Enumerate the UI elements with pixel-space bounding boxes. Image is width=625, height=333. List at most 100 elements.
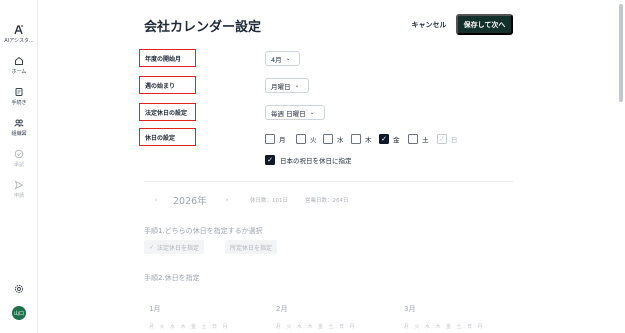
national-holiday-option[interactable]: ✓ 日本の祝日を休日に指定 [265,155,352,165]
fiscal-start-select[interactable]: 4月 ⌄ [265,51,300,66]
dow-label: 金 [191,324,197,330]
step1-heading: 手順1.どちらの休日を指定するか選択 [144,227,263,235]
legal-holiday-value: 毎週 日曜日 [271,109,306,118]
step2-heading: 手順2.休日を指定 [144,274,200,282]
dow-label: 木 [307,324,313,330]
approval-icon [14,148,25,159]
week-start-value: 月曜日 [271,82,291,91]
sidebar-item-approval[interactable]: 承認 [0,148,38,168]
chevron-left-icon[interactable]: ‹ [150,194,162,206]
sidebar-item-label: 承認 [13,162,24,168]
month-title: 2月 [276,305,288,313]
weekday-checkbox-fri[interactable]: ✓ 金 [379,134,400,144]
legal-holiday-label: 法定休日の設定 [139,103,196,121]
check-icon: ✓ [149,243,155,251]
weekday-label: 火 [310,136,317,144]
avatar[interactable]: 山口 [12,306,26,320]
national-holiday-label: 日本の祝日を休日に指定 [280,157,352,165]
sidebar-item-label: 組織図 [11,131,27,137]
dow-label: 水 [297,324,303,330]
day-of-week-row: 月 火 水 木 金 土 日 月 [404,323,488,330]
workdays-count: 営業日数：264日 [305,198,349,204]
cancel-button[interactable]: キャンセル [404,15,454,35]
weekday-checkbox-wed[interactable]: 水 [323,134,344,144]
weekday-checkbox-thu[interactable]: 木 [351,134,372,144]
dow-label: 木 [180,324,186,330]
weekday-label: 金 [393,136,400,144]
procedure-icon [14,86,25,97]
send-icon [14,179,25,190]
dow-label: 月 [222,324,228,330]
tab-label: 所定休日を指定 [230,244,273,252]
sidebar-item-label: 手続き [11,100,27,106]
org-chart-icon [14,117,25,128]
page-title: 会社カレンダー設定 [144,20,262,35]
checkbox-checked[interactable]: ✓ [265,155,275,165]
sidebar-item-application[interactable]: 申請 [0,179,38,199]
weekday-checkbox-sun: ✓ 日 [437,134,458,144]
dow-label: 土 [201,324,207,330]
week-start-label: 週の始まり [139,76,196,94]
chevron-down-icon: ⌄ [285,55,291,62]
sidebar-item-procedures[interactable]: 手続き [0,86,38,106]
dow-label: 月 [149,324,155,330]
checkbox[interactable] [265,134,275,144]
scrollbar[interactable] [619,4,623,102]
day-of-week-row: 月 火 水 木 金 土 日 月 [276,323,360,330]
weekday-label: 木 [365,136,372,144]
month-title: 1月 [149,305,161,313]
tab-scheduled-holiday[interactable]: 所定休日を指定 [225,240,278,254]
day-of-week-row: 月 火 水 木 金 土 日 月 [149,323,233,330]
divider [144,181,513,182]
dow-label: 土 [328,324,334,330]
dow-label: 土 [456,324,462,330]
sidebar-item-label: 申請 [13,193,24,199]
legal-holiday-select[interactable]: 毎週 日曜日 ⌄ [265,105,325,120]
sidebar: AIアシスタ... ホーム 手続き 組織図 承認 申請 山口 [0,0,38,333]
checkbox[interactable] [323,134,333,144]
dow-label: 月 [404,324,410,330]
sidebar-item-ai-assistant[interactable]: AIアシスタ... [0,24,38,44]
checkbox-checked[interactable]: ✓ [379,134,389,144]
sidebar-item-org-chart[interactable]: 組織図 [0,117,38,137]
dow-label: 水 [425,324,431,330]
gear-icon [14,283,25,294]
dow-label: 火 [286,324,292,330]
tab-label: 法定休日を指定 [157,244,200,252]
home-icon [14,55,25,66]
ai-logo-icon [14,24,25,35]
tab-legal-holiday[interactable]: ✓ 法定休日を指定 [144,240,205,254]
weekday-checkbox-sat[interactable]: 土 [408,134,429,144]
fiscal-start-value: 4月 [271,55,282,64]
dow-label: 金 [446,324,452,330]
weekday-label: 日 [451,136,458,144]
week-start-select[interactable]: 月曜日 ⌄ [265,78,309,93]
holidays-count: 休日数：101日 [250,198,288,204]
holidays-label: 休日の設定 [139,128,196,146]
dow-label: 日 [467,324,473,330]
dow-label: 水 [170,324,176,330]
sidebar-item-home[interactable]: ホーム [0,55,38,75]
weekday-label: 土 [422,136,429,144]
dow-label: 月 [276,324,282,330]
chevron-down-icon: ⌄ [294,82,300,89]
settings-button[interactable] [0,283,38,294]
dow-label: 火 [159,324,165,330]
dow-label: 日 [339,324,345,330]
dow-label: 日 [212,324,218,330]
sidebar-item-label: AIアシスタ... [4,38,34,44]
checkbox[interactable] [351,134,361,144]
weekday-label: 水 [337,136,344,144]
weekday-checkbox-tue[interactable]: 火 [296,134,317,144]
weekday-checkbox-mon[interactable]: 月 [265,134,286,144]
chevron-right-icon[interactable]: › [221,194,233,206]
chevron-down-icon: ⌄ [309,109,315,116]
dow-label: 火 [414,324,420,330]
dow-label: 月 [349,324,355,330]
dow-label: 金 [318,324,324,330]
checkbox[interactable] [408,134,418,144]
year-display: 2026年 [173,196,207,207]
checkbox[interactable] [296,134,306,144]
fiscal-start-label: 年度の開始月 [139,49,196,67]
save-next-button[interactable]: 保存して次へ [456,14,513,35]
